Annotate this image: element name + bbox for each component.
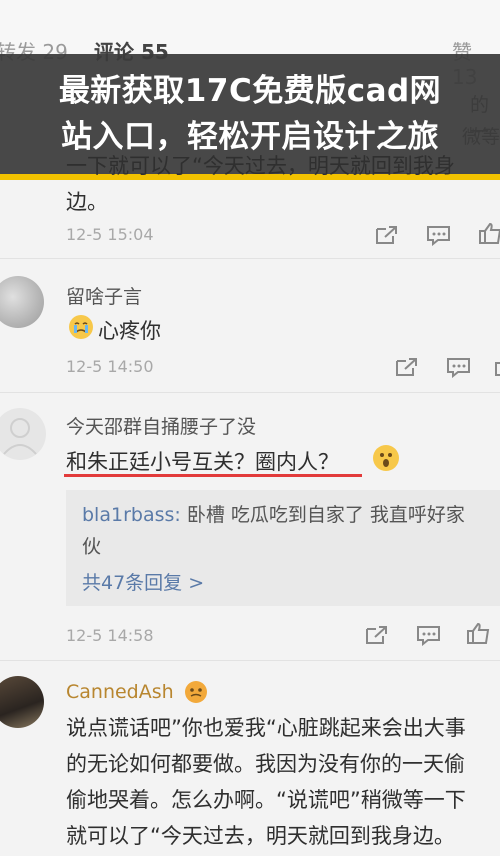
comment4-username[interactable]: CannedAsh (66, 681, 174, 703)
avatar[interactable] (0, 408, 46, 460)
like-icon[interactable] (478, 222, 500, 244)
share-icon[interactable] (394, 356, 420, 378)
comment-icon[interactable] (416, 624, 442, 646)
reply-text: 卧槽 吃瓜吃到自家了 我直呼好家 (180, 504, 465, 526)
comment2-username[interactable]: 留啥子言 (66, 282, 142, 309)
comment-icon[interactable] (426, 224, 452, 246)
comment1-line4: 边。 (66, 190, 108, 214)
comment3-time: 12-5 14:58 (66, 626, 154, 645)
reply-username[interactable]: bla1rbass: (82, 504, 181, 526)
comment1-time: 12-5 15:04 (66, 225, 154, 244)
comment-icon[interactable] (446, 356, 472, 378)
shocked-emoji-icon (373, 445, 399, 471)
comment3-username[interactable]: 今天邵群自捅腰子了没 (66, 412, 256, 439)
comment4-line3: 偷地哭着。怎么办啊。“说谎吧”稍微等一下 (66, 788, 466, 812)
comment3-text: 和朱正廷小号互关？圈内人？ (66, 450, 339, 474)
divider (0, 258, 500, 259)
highlight-underline (64, 474, 362, 477)
comment4-line4: 就可以了“今天过去，明天就回到我身边。 (66, 824, 455, 848)
comment4-line1: 说点谎话吧”你也爱我“心脏跳起来会出大事 (66, 716, 466, 740)
divider (0, 660, 500, 661)
crying-emoji-icon (69, 315, 93, 339)
avatar[interactable] (0, 676, 44, 728)
reply-line: bla1rbass: 卧槽 吃瓜吃到自家了 我直呼好家 (82, 500, 465, 527)
like-icon[interactable] (466, 622, 492, 644)
comment2-time: 12-5 14:50 (66, 357, 154, 376)
more-replies-link[interactable]: 共47条回复 > (82, 568, 204, 595)
emoji-icon (185, 681, 207, 703)
share-icon[interactable] (364, 624, 390, 646)
like-icon[interactable] (494, 354, 500, 376)
reply-preview[interactable]: bla1rbass: 卧槽 吃瓜吃到自家了 我直呼好家 伙 共47条回复 > (66, 490, 500, 606)
banner-line-1: 最新获取17C免费版cad网 (58, 73, 442, 109)
share-icon[interactable] (374, 224, 400, 246)
divider (0, 392, 500, 393)
reply-text-cont: 伙 (82, 536, 102, 558)
comment1-line3: 一下就可以了“今天过去，明天就回到我身 (66, 154, 455, 178)
comment4-line2: 的无论如何都要做。我因为没有你的一天偷 (66, 752, 465, 776)
comment2-text: 心疼你 (98, 319, 161, 343)
avatar[interactable] (0, 276, 44, 328)
